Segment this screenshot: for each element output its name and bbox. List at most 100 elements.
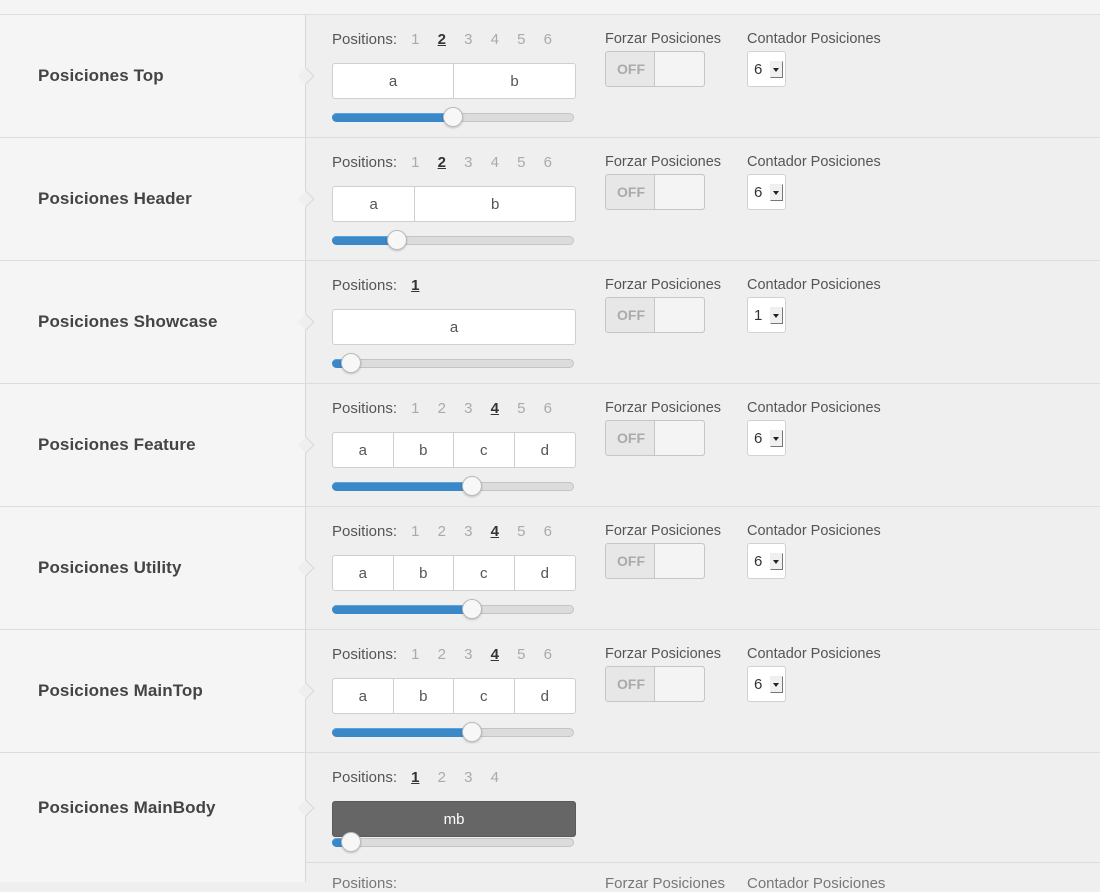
chevron-down-icon[interactable]	[770, 307, 783, 324]
position-count-option[interactable]: 2	[429, 523, 456, 540]
position-count-option[interactable]: 6	[535, 400, 562, 417]
chevron-down-icon[interactable]	[770, 430, 783, 447]
position-count-option[interactable]: 6	[535, 646, 562, 663]
position-count-option[interactable]: 5	[508, 154, 535, 171]
position-count-option[interactable]: 4	[482, 31, 509, 48]
forzar-toggle[interactable]: OFF	[605, 420, 705, 456]
position-count-option[interactable]: 5	[508, 31, 535, 48]
position-count-option[interactable]: 2	[429, 400, 456, 417]
chevron-down-icon[interactable]	[770, 184, 783, 201]
forzar-toggle[interactable]: OFF	[605, 174, 705, 210]
slider-handle[interactable]	[443, 107, 463, 127]
row-title: Posiciones MainTop	[38, 681, 203, 700]
position-cell[interactable]: b	[415, 187, 575, 221]
chevron-down-icon[interactable]	[770, 676, 783, 693]
position-cell[interactable]: b	[394, 679, 454, 713]
contador-select[interactable]: 1	[747, 297, 786, 333]
position-cell[interactable]: a	[333, 679, 394, 713]
toggle-knob[interactable]	[654, 667, 704, 701]
contador-label: Contador Posiciones	[747, 277, 881, 293]
position-width-slider[interactable]	[332, 230, 574, 250]
chevron-down-icon[interactable]	[770, 553, 783, 570]
position-cell[interactable]: d	[515, 556, 576, 590]
slider-handle[interactable]	[462, 722, 483, 742]
slider-handle[interactable]	[462, 476, 483, 496]
position-count-option[interactable]: 5	[508, 400, 535, 417]
position-width-slider[interactable]	[332, 107, 574, 127]
position-cell[interactable]: b	[394, 433, 454, 467]
position-count-option[interactable]: 1	[402, 400, 429, 417]
forzar-toggle[interactable]: OFF	[605, 543, 705, 579]
position-cell[interactable]: a	[333, 310, 575, 344]
position-cell[interactable]: d	[515, 679, 576, 713]
toggle-off-text: OFF	[617, 553, 645, 569]
position-cell[interactable]: b	[454, 64, 575, 98]
forzar-label: Forzar Posiciones	[605, 646, 722, 662]
position-count-option[interactable]: 4	[482, 154, 509, 171]
position-count-option[interactable]: 2	[429, 769, 456, 786]
row-title: Posiciones Header	[38, 189, 192, 208]
forzar-toggle[interactable]: OFF	[605, 297, 705, 333]
position-count-option[interactable]: 2	[429, 31, 456, 48]
position-cell[interactable]: a	[333, 64, 454, 98]
position-cell[interactable]: c	[454, 679, 515, 713]
position-cell[interactable]: b	[394, 556, 454, 590]
position-count-option[interactable]: 5	[508, 523, 535, 540]
position-count-option[interactable]: 2	[429, 154, 456, 171]
slider-handle[interactable]	[387, 230, 408, 250]
position-count-option[interactable]: 3	[455, 769, 482, 786]
toggle-knob[interactable]	[654, 298, 704, 332]
position-count-option[interactable]: 2	[429, 646, 456, 663]
position-count-option[interactable]: 4	[482, 646, 509, 663]
toggle-knob[interactable]	[654, 544, 704, 578]
position-cell[interactable]: c	[454, 556, 515, 590]
position-width-slider[interactable]	[332, 722, 574, 742]
contador-select[interactable]: 6	[747, 51, 786, 87]
position-count-option[interactable]: 6	[535, 31, 562, 48]
contador-select[interactable]: 6	[747, 666, 786, 702]
position-count-option[interactable]: 1	[402, 646, 429, 663]
position-count-option[interactable]: 1	[402, 769, 429, 786]
position-cell[interactable]: d	[515, 433, 576, 467]
position-cell[interactable]: a	[333, 433, 394, 467]
slider-handle[interactable]	[341, 353, 362, 373]
slider-track[interactable]	[332, 359, 574, 368]
position-count-option[interactable]: 3	[455, 31, 482, 48]
chevron-down-icon[interactable]	[770, 61, 783, 78]
toggle-knob[interactable]	[654, 421, 704, 455]
position-count-option[interactable]: 3	[455, 400, 482, 417]
slider-handle[interactable]	[462, 599, 483, 619]
position-count-option[interactable]: 1	[402, 154, 429, 171]
position-count-option[interactable]: 3	[455, 523, 482, 540]
position-width-slider[interactable]	[332, 476, 574, 496]
position-count-option[interactable]: 3	[455, 154, 482, 171]
position-cell[interactable]: a	[333, 187, 416, 221]
position-cell[interactable]: c	[454, 433, 515, 467]
position-count-option[interactable]: 6	[535, 154, 562, 171]
forzar-toggle[interactable]: OFF	[605, 51, 705, 87]
forzar-toggle[interactable]: OFF	[605, 666, 705, 702]
slider-track[interactable]	[332, 838, 574, 847]
contador-select[interactable]: 6	[747, 543, 786, 579]
position-width-slider[interactable]	[332, 599, 574, 619]
row-title: Posiciones MainBody	[38, 797, 216, 817]
position-count-option[interactable]: 6	[535, 523, 562, 540]
position-width-slider[interactable]	[332, 832, 574, 852]
position-count-option[interactable]: 1	[402, 523, 429, 540]
forzar-label: Forzar Posiciones	[605, 523, 722, 539]
toggle-knob[interactable]	[654, 52, 704, 86]
position-count-option[interactable]: 5	[508, 646, 535, 663]
position-count-option[interactable]: 4	[482, 769, 509, 786]
position-cell[interactable]: mb	[333, 802, 575, 836]
position-cell[interactable]: a	[333, 556, 394, 590]
slider-handle[interactable]	[341, 832, 362, 852]
position-count-option[interactable]: 1	[402, 277, 429, 294]
position-count-option[interactable]: 1	[402, 31, 429, 48]
contador-select[interactable]: 6	[747, 420, 786, 456]
position-count-option[interactable]: 3	[455, 646, 482, 663]
toggle-knob[interactable]	[654, 175, 704, 209]
position-count-option[interactable]: 4	[482, 523, 509, 540]
position-width-slider[interactable]	[332, 353, 574, 373]
position-count-option[interactable]: 4	[482, 400, 509, 417]
contador-select[interactable]: 6	[747, 174, 786, 210]
